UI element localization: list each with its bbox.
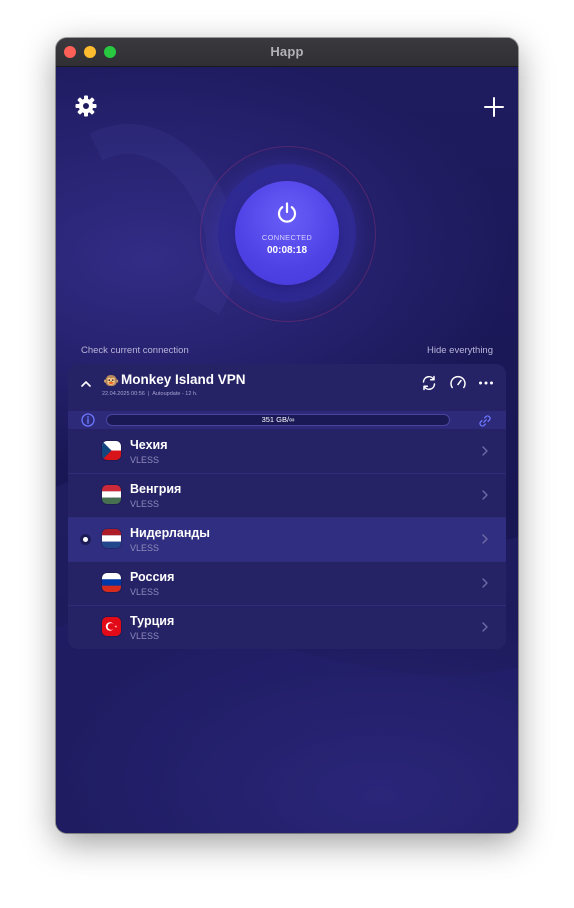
selected-radio-indicator	[80, 534, 91, 545]
chevron-right-icon	[482, 490, 488, 500]
window-title: Happ	[270, 44, 304, 59]
server-name: Турция	[130, 614, 175, 628]
more-options-icon[interactable]	[477, 374, 495, 392]
netherlands-flag-icon	[102, 529, 121, 548]
server-name: Нидерланды	[130, 526, 210, 540]
server-name: Россия	[130, 570, 175, 584]
server-protocol: VLESS	[130, 587, 160, 597]
server-name: Чехия	[130, 438, 168, 452]
refresh-icon[interactable]	[420, 374, 438, 392]
server-name: Венгрия	[130, 482, 182, 496]
server-protocol: VLESS	[130, 631, 160, 641]
subscription-name: Monkey Island VPN	[121, 372, 246, 387]
russia-flag-icon	[102, 573, 121, 592]
speed-test-gauge-icon[interactable]	[449, 374, 467, 392]
add-plus-icon[interactable]	[482, 95, 506, 119]
traffic-row: 351 GB/∞	[68, 411, 506, 429]
subscription-panel: 🐵 Monkey Island VPN 22.04.2025 00:56 | Aut…	[68, 364, 506, 649]
server-row[interactable]: Венгрия VLESS	[68, 474, 506, 518]
server-protocol: VLESS	[130, 455, 160, 465]
hungary-flag-icon	[102, 485, 121, 504]
connection-timer: 00:08:18	[266, 245, 308, 256]
server-row[interactable]: Турция VLESS	[68, 606, 506, 649]
info-icon[interactable]	[81, 413, 95, 427]
server-row[interactable]: Россия VLESS	[68, 562, 506, 606]
check-connection-link[interactable]: Check current connection	[81, 345, 189, 356]
traffic-usage-bar: 351 GB/∞	[106, 414, 450, 426]
settings-gear-icon[interactable]	[74, 94, 98, 118]
czech-flag-icon	[102, 441, 121, 460]
subscription-meta: 22.04.2025 00:56 | Autoupdate - 12 h.	[102, 391, 198, 397]
collapse-chevron-up-icon[interactable]	[78, 376, 94, 392]
title-bar: Happ	[56, 38, 518, 67]
power-icon	[277, 202, 297, 223]
chevron-right-icon	[482, 622, 488, 632]
subscription-header: 🐵 Monkey Island VPN 22.04.2025 00:56 | Aut…	[68, 364, 506, 411]
server-protocol: VLESS	[130, 543, 160, 553]
radio-dot	[83, 537, 88, 542]
traffic-usage-text: 351 GB/∞	[261, 415, 295, 424]
server-list: Чехия VLESS Венгрия VLESS Нидерланды VLESS Рос…	[68, 430, 506, 649]
app-window: Happ CONNECTED 00:08:18 Check current co…	[56, 38, 518, 833]
server-protocol: VLESS	[130, 499, 160, 509]
main-content: CONNECTED 00:08:18 Check current connect…	[56, 67, 518, 833]
chevron-right-icon	[482, 578, 488, 588]
server-row[interactable]: Нидерланды VLESS	[68, 518, 506, 562]
subscription-emoji: 🐵	[103, 373, 120, 388]
subscription-date: 22.04.2025 00:56	[102, 391, 145, 397]
chevron-right-icon	[482, 534, 488, 544]
hide-everything-link[interactable]: Hide everything	[427, 345, 493, 356]
power-button[interactable]: CONNECTED 00:08:18	[235, 181, 339, 285]
connection-status: CONNECTED	[261, 233, 313, 242]
turkey-flag-icon	[102, 617, 121, 636]
link-icon[interactable]	[478, 414, 492, 428]
server-row[interactable]: Чехия VLESS	[68, 430, 506, 474]
subscription-autoupdate: Autoupdate - 12 h.	[152, 391, 198, 397]
chevron-right-icon	[482, 446, 488, 456]
connection-control: CONNECTED 00:08:18	[200, 146, 376, 322]
